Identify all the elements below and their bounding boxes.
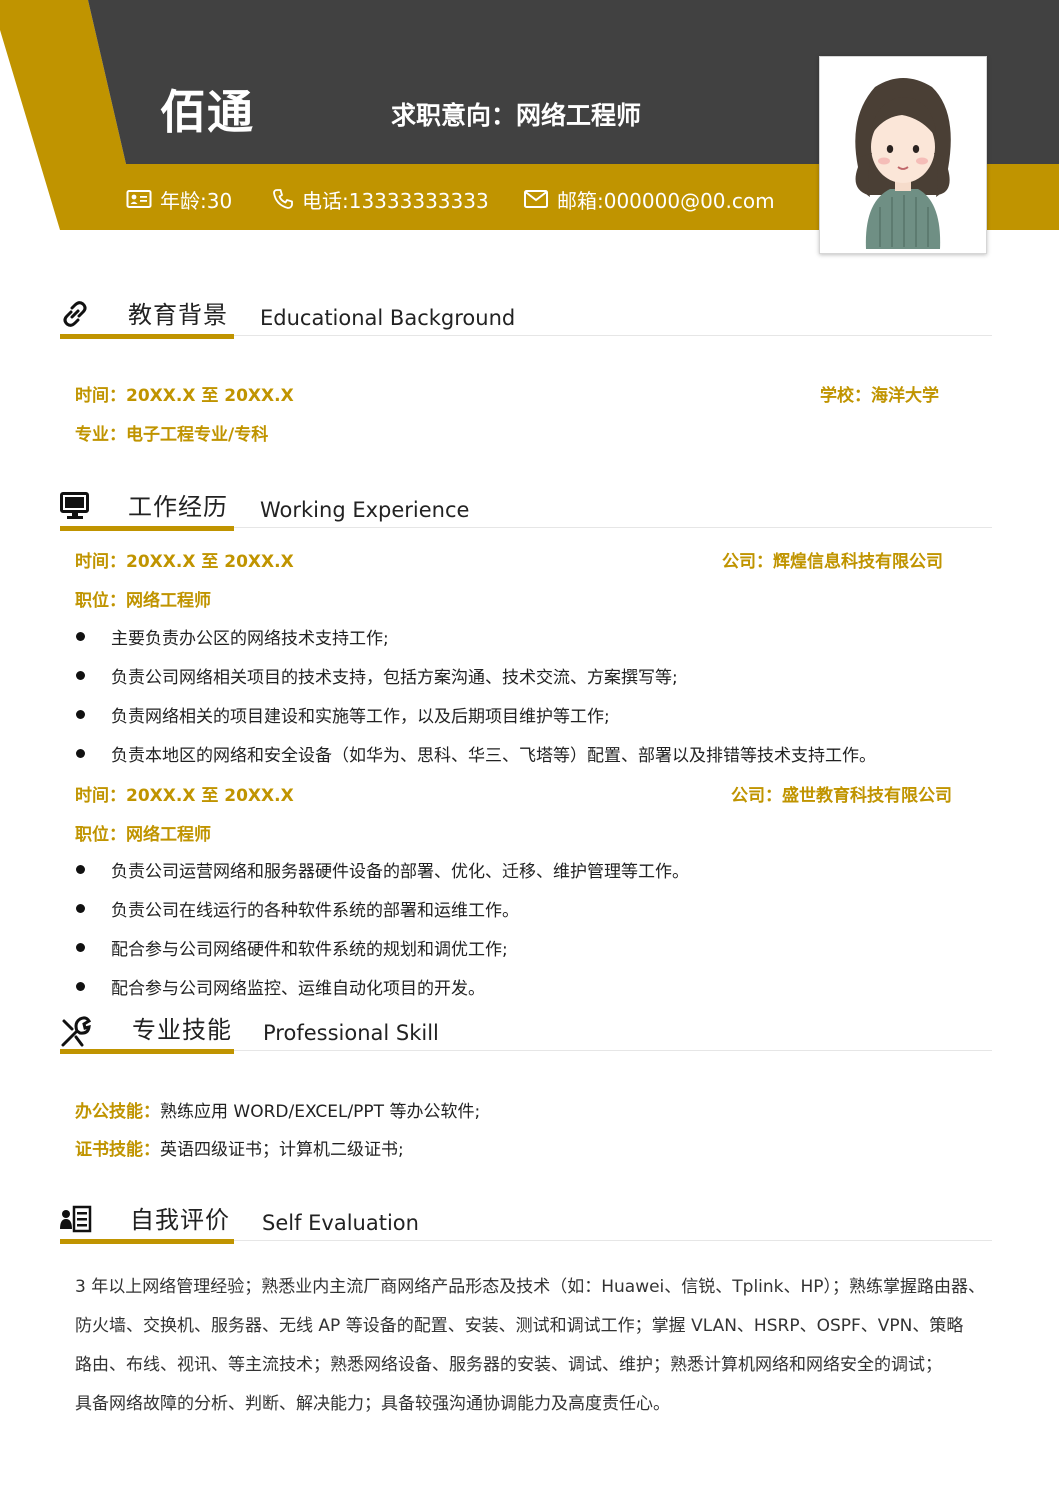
job1-company: 公司：辉煌信息科技有限公司 [722,552,943,572]
job1-time: 时间：20XX.X 至 20XX.X [75,552,294,572]
evaluation-line: 防火墙、交换机、服务器、无线 AP 等设备的配置、安装、测试和调试工作；掌握 V… [75,1316,964,1336]
list-item: 负责本地区的网络和安全设备（如华为、思科、华三、飞塔等）配置、部署以及排错等技术… [76,741,876,766]
bullet-dot [76,865,85,874]
monitor-icon [60,492,90,520]
education-time: 时间：20XX.X 至 20XX.X [75,386,294,406]
section-title: 教育背景 [128,301,228,329]
accent-bar [60,1049,234,1054]
bullet-dot [76,632,85,641]
bullet-dot [76,904,85,913]
profile-list-icon [60,1205,92,1233]
skill-key: 办公技能： [75,1102,160,1122]
list-item: 负责公司网络相关项目的技术支持，包括方案沟通、技术交流、方案撰写等; [76,663,678,688]
evaluation-line: 具备网络故障的分析、判断、解决能力；具备较强沟通协调能力及高度责任心。 [75,1394,670,1414]
profile-photo [819,56,987,254]
section-skills-header: 专业技能 Professional Skill [60,1011,992,1054]
evaluation-line: 路由、布线、视讯、等主流技术；熟悉网络设备、服务器的安装、调试、维护；熟悉计算机… [75,1355,942,1375]
section-title: 专业技能 [132,1016,232,1044]
section-subtitle: Professional Skill [263,1021,439,1045]
bullet-dot [76,749,85,758]
phone-info: 电话:13333333333 [272,186,489,213]
evaluation-line: 3 年以上网络管理经验；熟悉业内主流厂商网络产品形态及技术（如：Huawei、信… [75,1277,986,1297]
job2-position: 职位：网络工程师 [75,825,211,845]
accent-bar [60,526,234,531]
job2-company: 公司：盛世教育科技有限公司 [731,786,952,806]
list-item: 负责网络相关的项目建设和实施等工作，以及后期项目维护等工作; [76,702,610,727]
bullet-dot [76,943,85,952]
mail-icon [523,188,549,210]
job2-time: 时间：20XX.X 至 20XX.X [75,786,294,806]
section-subtitle: Educational Background [260,306,516,330]
phone-icon [272,188,294,210]
accent-bar [60,334,234,339]
list-item: 主要负责办公区的网络技术支持工作; [76,624,389,649]
id-card-icon [126,188,152,210]
list-item: 负责公司在线运行的各种软件系统的部署和运维工作。 [76,896,519,921]
list-item: 配合参与公司网络监控、运维自动化项目的开发。 [76,974,485,999]
bullet-dot [76,982,85,991]
skill-value: 英语四级证书；计算机二级证书; [160,1140,404,1160]
section-title: 工作经历 [128,493,228,521]
job1-position: 职位：网络工程师 [75,591,211,611]
section-subtitle: Working Experience [260,498,470,522]
tools-icon [60,1015,92,1047]
education-major: 专业：电子工程专业/专科 [75,425,269,445]
evaluation-text: 3 年以上网络管理经验；熟悉业内主流厂商网络产品形态及技术（如：Huawei、信… [75,1268,990,1424]
bullet-dot [76,710,85,719]
email-text: 邮箱:000000@00.com [557,188,775,213]
email-info: 邮箱:000000@00.com [523,186,775,213]
list-item: 负责公司运营网络和服务器硬件设备的部署、优化、迁移、维护管理等工作。 [76,857,689,882]
section-education-header: 教育背景 Educational Background [60,296,992,339]
section-evaluation-header: 自我评价 Self Evaluation [60,1201,992,1244]
section-work-header: 工作经历 Working Experience [60,488,992,531]
cert-skill: 证书技能：英语四级证书；计算机二级证书; [75,1135,404,1160]
age-info: 年龄:30 [126,186,233,213]
list-item: 配合参与公司网络硬件和软件系统的规划和调优工作; [76,935,508,960]
office-skill: 办公技能：熟练应用 WORD/EXCEL/PPT 等办公软件; [75,1097,480,1122]
age-text: 年龄:30 [160,188,233,213]
accent-bar [60,1239,234,1244]
link-icon [60,300,90,328]
candidate-name: 佰通 [160,85,254,139]
skill-key: 证书技能： [75,1140,160,1160]
job-intent: 求职意向：网络工程师 [391,101,642,130]
education-school: 学校：海洋大学 [820,386,939,406]
bullet-dot [76,671,85,680]
section-subtitle: Self Evaluation [262,1211,419,1235]
phone-text: 电话:13333333333 [302,188,489,213]
skill-value: 熟练应用 WORD/EXCEL/PPT 等办公软件; [160,1102,481,1122]
section-title: 自我评价 [130,1206,230,1234]
